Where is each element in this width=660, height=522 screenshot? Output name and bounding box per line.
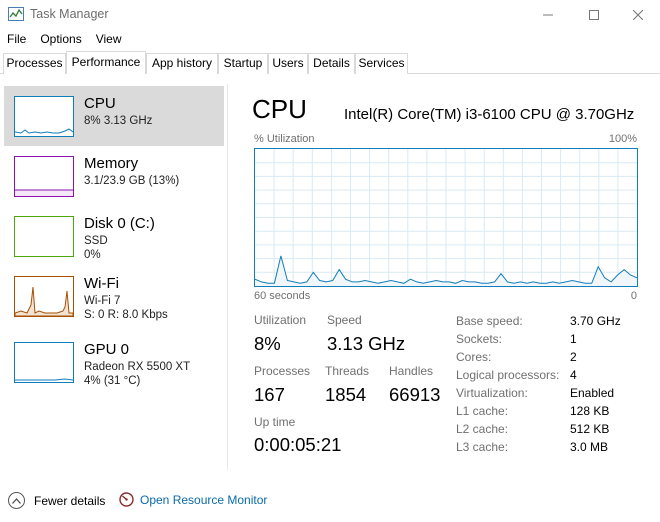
l2-cache-value: 512 KB — [570, 422, 610, 436]
cpu-model-name: Intel(R) Core(TM) i3-6100 CPU @ 3.70GHz — [344, 106, 635, 123]
sidebar-item-name: CPU — [84, 95, 116, 112]
sidebar-item-detail: S: 0 R: 8.0 Kbps — [84, 309, 168, 321]
task-manager-icon — [8, 7, 24, 21]
maximize-button[interactable] — [571, 0, 617, 29]
fewer-details-label: Fewer details — [34, 493, 106, 508]
tab-details[interactable]: Details — [308, 53, 355, 74]
graph-grid — [255, 149, 637, 286]
menu-bar: File Options View — [0, 30, 129, 50]
page-title: CPU — [252, 94, 307, 124]
memory-thumbnail-graph — [14, 156, 74, 197]
minimize-button[interactable] — [525, 0, 571, 29]
sidebar-item-detail: SSD — [84, 235, 108, 247]
sidebar-item-detail: 4% (31 °C) — [84, 375, 141, 387]
l1-cache-value: 128 KB — [570, 404, 610, 418]
tab-processes[interactable]: Processes — [3, 53, 66, 74]
fewer-details-button[interactable]: Fewer details — [8, 492, 105, 509]
sockets-value: 1 — [570, 332, 577, 346]
l2-cache-label: L2 cache: — [456, 422, 509, 436]
sidebar-item-name: Memory — [84, 155, 139, 172]
graph-y-max: 100% — [608, 133, 637, 145]
maximize-icon — [589, 9, 599, 20]
base-speed-label: Base speed: — [456, 314, 523, 328]
base-speed-value: 3.70 GHz — [570, 314, 621, 328]
uptime-value: 0:00:05:21 — [254, 434, 342, 455]
graph-y-min: 0 — [630, 290, 637, 302]
sidebar-item-disk-0[interactable]: Disk 0 (C:) SSD 0% — [4, 206, 224, 266]
open-resource-monitor-link[interactable]: Open Resource Monitor — [119, 492, 267, 507]
utilization-label: Utilization — [254, 313, 307, 327]
resource-list: CPU 8% 3.13 GHz Memory 3.1/23.9 GB (13%)… — [0, 84, 228, 470]
tab-startup[interactable]: Startup — [218, 53, 268, 74]
virtualization-label: Virtualization: — [456, 386, 528, 400]
close-icon — [633, 9, 643, 20]
cpu-utilization-chart — [254, 149, 638, 286]
title-bar: Task Manager — [0, 0, 660, 29]
sidebar-item-cpu[interactable]: CPU 8% 3.13 GHz — [4, 86, 224, 146]
handles-value: 66913 — [389, 384, 441, 405]
logical-processors-value: 4 — [570, 368, 577, 382]
wifi-thumbnail-graph — [14, 276, 74, 317]
menu-options[interactable]: Options — [40, 30, 81, 50]
graph-time-label: 60 seconds — [254, 290, 311, 302]
graph-y-label: % Utilization — [254, 133, 315, 145]
logical-processors-label: Logical processors: — [456, 368, 560, 382]
tab-app-history[interactable]: App history — [146, 53, 218, 74]
sidebar-item-detail: 3.1/23.9 GB (13%) — [84, 175, 180, 187]
menu-file[interactable]: File — [7, 30, 26, 50]
sidebar-item-name: Wi-Fi — [84, 275, 119, 292]
sockets-label: Sockets: — [456, 332, 503, 346]
sidebar-item-name: Disk 0 (C:) — [84, 215, 155, 232]
close-button[interactable] — [615, 0, 660, 29]
sidebar-item-detail: Radeon RX 5500 XT — [84, 361, 191, 373]
footer-bar: Fewer details Open Resource Monitor — [0, 484, 660, 522]
cores-value: 2 — [570, 350, 577, 364]
l3-cache-label: L3 cache: — [456, 440, 509, 454]
speed-label: Speed — [327, 313, 362, 327]
chevron-up-icon — [8, 492, 25, 509]
processes-label: Processes — [254, 364, 311, 378]
handles-label: Handles — [389, 364, 434, 378]
cpu-thumbnail-graph — [14, 96, 74, 137]
speed-value: 3.13 GHz — [327, 333, 406, 354]
utilization-value: 8% — [254, 333, 281, 354]
tab-users[interactable]: Users — [268, 53, 308, 74]
minimize-icon — [543, 14, 553, 15]
l3-cache-value: 3.0 MB — [570, 440, 609, 454]
virtualization-value: Enabled — [570, 386, 615, 400]
threads-label: Threads — [325, 364, 370, 378]
gpu-thumbnail-graph — [14, 342, 74, 383]
sidebar-item-detail: Wi-Fi 7 — [84, 295, 121, 307]
window-title: Task Manager — [30, 7, 109, 21]
sidebar-item-gpu-0[interactable]: GPU 0 Radeon RX 5500 XT 4% (31 °C) — [4, 332, 224, 392]
uptime-label: Up time — [254, 415, 296, 429]
sidebar-divider — [227, 84, 228, 470]
l1-cache-label: L1 cache: — [456, 404, 509, 418]
disk-thumbnail-graph — [14, 216, 74, 257]
menu-view[interactable]: View — [96, 30, 122, 50]
tab-services[interactable]: Services — [355, 53, 408, 74]
open-resource-monitor-label: Open Resource Monitor — [140, 492, 268, 507]
cores-label: Cores: — [456, 350, 492, 364]
tab-performance[interactable]: Performance — [66, 51, 146, 74]
sidebar-item-name: GPU 0 — [84, 341, 130, 358]
sidebar-item-detail: 0% — [84, 249, 101, 261]
sidebar-item-wifi[interactable]: Wi-Fi Wi-Fi 7 S: 0 R: 8.0 Kbps — [4, 266, 224, 326]
threads-value: 1854 — [325, 384, 367, 405]
processes-value: 167 — [254, 384, 285, 405]
sidebar-item-detail: 8% 3.13 GHz — [84, 115, 153, 127]
resource-monitor-icon — [119, 492, 134, 507]
sidebar-item-memory[interactable]: Memory 3.1/23.9 GB (13%) — [4, 146, 224, 206]
tab-bar: Processes Performance App history Startu… — [0, 51, 660, 74]
cpu-utilization-graph — [254, 148, 638, 287]
